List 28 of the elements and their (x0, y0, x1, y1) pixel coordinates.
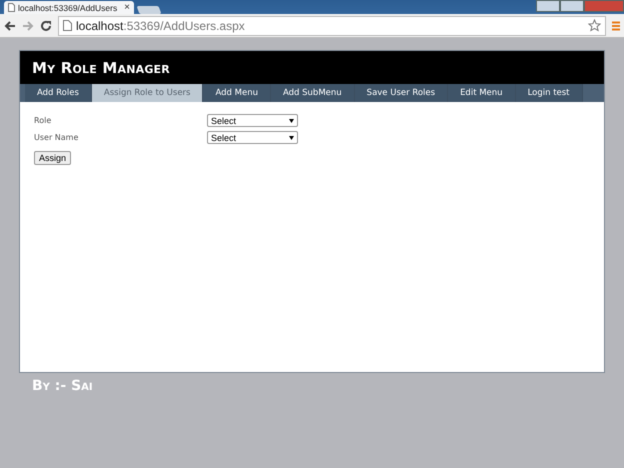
nav-tab[interactable]: Save User Roles (354, 84, 448, 102)
reload-icon[interactable] (40, 20, 52, 32)
page-icon (63, 20, 72, 31)
dropdown-arrow-icon (289, 136, 294, 140)
site-title: My Role Manager (32, 58, 170, 76)
select-dropdown[interactable]: Select (207, 114, 298, 127)
back-icon[interactable] (4, 20, 16, 32)
page-icon (8, 3, 15, 12)
footer-credit: By :- Sai (32, 378, 93, 394)
nav-tab[interactable]: Add Roles (25, 84, 92, 102)
star-icon[interactable] (588, 19, 601, 32)
nav-tab[interactable]: Add SubMenu (270, 84, 355, 102)
browser-tab[interactable]: localhost:53369/AddUsers × (4, 1, 134, 14)
address-bar[interactable]: localhost:53369/AddUsers.aspx (58, 16, 606, 36)
window-controls-drawing[interactable] (536, 0, 624, 12)
new-tab-button[interactable] (136, 6, 162, 14)
close-tab-icon[interactable]: × (124, 2, 130, 13)
url-text: localhost:53369/AddUsers.aspx (76, 18, 245, 32)
nav-tab[interactable]: Add Menu (203, 84, 271, 102)
nav-tab[interactable]: Assign Role to Users (92, 84, 204, 102)
select-dropdown[interactable]: Select (207, 131, 298, 144)
menu-icon[interactable] (612, 20, 620, 30)
nav-tab[interactable]: Edit Menu (448, 84, 516, 102)
dropdown-arrow-icon (289, 118, 294, 122)
field-label: Role (34, 116, 52, 125)
nav-tab[interactable]: Login test (516, 84, 583, 102)
assign-button[interactable]: Assign (34, 151, 72, 165)
field-label: User Name (34, 133, 80, 142)
